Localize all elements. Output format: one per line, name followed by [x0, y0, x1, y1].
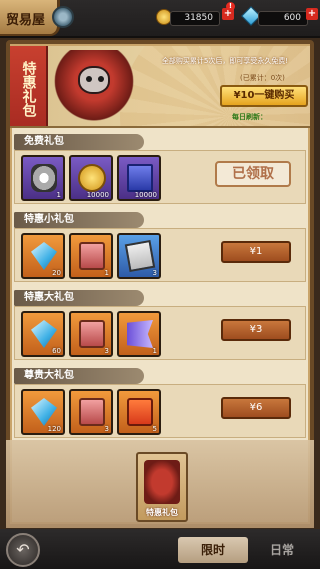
item-count: 5	[152, 425, 157, 433]
gift-icon	[127, 398, 153, 426]
reward-item[interactable]: 10000	[117, 155, 161, 201]
item-count: 1	[56, 191, 61, 199]
chest-icon	[79, 398, 105, 426]
coin-icon	[78, 164, 106, 192]
flag-icon	[127, 320, 153, 348]
fist-icon	[31, 164, 57, 192]
mech-face	[78, 66, 110, 94]
price-button[interactable]: ¥3	[221, 319, 291, 341]
section-title: 尊贵大礼包	[14, 368, 144, 384]
diamond-icon	[31, 398, 57, 426]
reward-item[interactable]: 3	[69, 311, 113, 357]
price-button[interactable]: ¥6	[221, 397, 291, 419]
diamond-icon	[31, 320, 57, 348]
top-bar: 贸易屋 31850 + ! 600 +	[0, 0, 320, 38]
section-body: 20 1 3 ¥1	[14, 228, 306, 282]
item-count: 20	[52, 269, 61, 277]
chest-icon	[79, 242, 105, 270]
gem-counter: 600	[258, 11, 308, 26]
reward-item[interactable]: 3	[69, 389, 113, 435]
item-count: 120	[47, 425, 61, 433]
item-count: 3	[152, 269, 157, 277]
section-title: 特惠小礼包	[14, 212, 144, 228]
reward-item[interactable]: 60	[21, 311, 65, 357]
reward-item[interactable]: 1	[69, 233, 113, 279]
special-pack-tab[interactable]: 特惠礼包	[136, 452, 188, 522]
promo-banner: 特惠礼包 全部购买累计5次后，即可享受永久免费! (已累计：0次) ¥10一键购…	[10, 46, 310, 128]
tab-daily[interactable]: 日常	[252, 537, 312, 563]
reward-item[interactable]: 1	[117, 311, 161, 357]
claimed-button[interactable]: 已领取	[215, 161, 291, 187]
item-count: 60	[52, 347, 61, 355]
reward-item[interactable]: 20	[21, 233, 65, 279]
item-count: 10000	[134, 191, 157, 199]
reward-item[interactable]: 3	[117, 233, 161, 279]
settings-gear-icon[interactable]	[52, 6, 74, 28]
section-body: 60 3 1 ¥3	[14, 306, 306, 360]
promo-text: 全部购买累计5次后，即可享受永久免费!	[161, 57, 289, 65]
reward-item[interactable]: 120	[21, 389, 65, 435]
special-pack-portrait	[144, 460, 180, 504]
tab-limited[interactable]: 限时	[178, 537, 248, 563]
section-small-pack: 特惠小礼包 20 1 3 ¥1	[14, 212, 306, 282]
notice-badge: !	[226, 2, 235, 11]
price-button[interactable]: ¥1	[221, 241, 291, 263]
title-plate: 贸易屋	[0, 0, 60, 36]
section-free-pack: 免费礼包 1 10000 10000 已领取	[14, 134, 306, 204]
item-count: 1	[152, 347, 157, 355]
card-icon	[127, 164, 153, 192]
diamond-icon	[31, 242, 57, 270]
section-premium-pack: 尊贵大礼包 120 3 5 ¥6	[14, 368, 306, 438]
section-title: 免费礼包	[14, 134, 144, 150]
coin-counter: 31850	[170, 11, 220, 26]
ribbon-text: 特惠礼包	[20, 61, 37, 117]
purchased-count: (已累计：0次)	[240, 74, 285, 82]
item-count: 3	[104, 347, 109, 355]
item-count: 1	[104, 269, 109, 277]
banner-ribbon: 特惠礼包	[10, 46, 48, 126]
page-title: 贸易屋	[6, 13, 46, 28]
refresh-label: 每日刷新：	[232, 113, 267, 121]
section-big-pack: 特惠大礼包 60 3 1 ¥3	[14, 290, 306, 360]
buy-all-button[interactable]: ¥10一键购买	[220, 85, 308, 107]
back-arrow-icon[interactable]: ↶	[6, 533, 40, 567]
add-gems-button[interactable]: +	[306, 8, 318, 20]
reward-item[interactable]: 5	[117, 389, 161, 435]
item-count: 3	[104, 425, 109, 433]
reward-item[interactable]: 10000	[69, 155, 113, 201]
section-body: 120 3 5 ¥6	[14, 384, 306, 438]
ticket-icon	[124, 239, 156, 273]
reward-item[interactable]: 1	[21, 155, 65, 201]
bottom-bar: ↶ 限时 日常	[0, 529, 320, 569]
mech-character	[50, 50, 138, 126]
chest-icon	[79, 320, 105, 348]
special-pack-label: 特惠礼包	[146, 508, 178, 517]
section-body: 1 10000 10000 已领取	[14, 150, 306, 204]
section-title: 特惠大礼包	[14, 290, 144, 306]
item-count: 10000	[86, 191, 109, 199]
